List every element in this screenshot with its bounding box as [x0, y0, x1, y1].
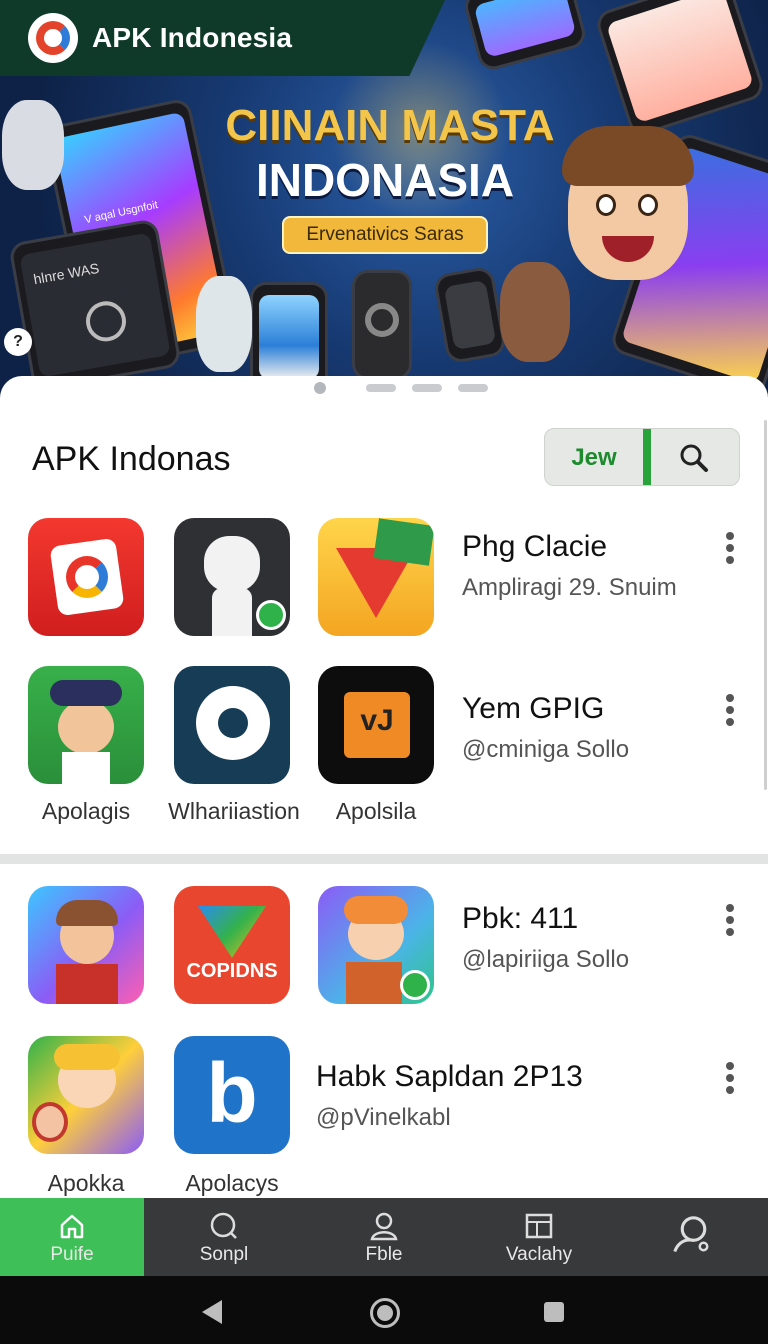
app-icon-cowboy[interactable]: [28, 666, 144, 784]
app-icon-gem[interactable]: [318, 518, 434, 636]
app-icon-copidns[interactable]: COPIDNS: [174, 886, 290, 1004]
scrollbar[interactable]: [764, 420, 767, 790]
segment-divider: [643, 429, 651, 485]
profile-icon: [370, 1212, 398, 1241]
hero-headline-line2: INDONASIA: [255, 154, 515, 206]
nav-label: Fble: [365, 1244, 403, 1265]
back-icon[interactable]: [202, 1300, 222, 1324]
search-button[interactable]: [651, 429, 739, 485]
carousel-dot-active[interactable]: [314, 382, 326, 394]
hero-speaker: [352, 270, 412, 380]
nav-label: Vaclahy: [505, 1244, 573, 1265]
app-icon-cartoon-man[interactable]: [28, 886, 144, 1004]
speaker-icon: [365, 303, 399, 337]
app-label: Apolagis: [41, 798, 131, 824]
mascot-white-creature: [196, 276, 252, 372]
segmented-control: Jew: [544, 428, 740, 486]
nav-label: Puife: [50, 1244, 94, 1265]
nav-tab-search[interactable]: Sonpl: [144, 1198, 304, 1276]
app-icon-cat-kids[interactable]: [28, 1036, 144, 1154]
hero-pill-label[interactable]: Ervenativics Saras: [282, 216, 488, 254]
brand-logo-icon: [28, 13, 78, 63]
hero-phone-small: [432, 265, 508, 365]
more-options-icon[interactable]: [720, 530, 740, 570]
mascot-left-creature: [2, 100, 64, 190]
section-title: APK Indonas: [32, 440, 231, 478]
row-subtitle: @cminiga Sollo: [462, 736, 630, 763]
app-icon-b-logo[interactable]: b: [174, 1036, 290, 1154]
search-icon: [680, 444, 708, 472]
row-subtitle: @lapiriiga Sollo: [462, 946, 630, 973]
home-icon: [60, 1214, 84, 1239]
carousel-dot[interactable]: [458, 384, 488, 392]
app-icon-cat-scientist[interactable]: [174, 518, 290, 636]
app-icon-chat-circle[interactable]: [174, 666, 290, 784]
app-label: Apokka: [47, 1170, 125, 1196]
brand-bar: APK Indonesia: [0, 0, 445, 76]
carousel-dot[interactable]: [366, 384, 396, 392]
account-icon: [673, 1216, 709, 1253]
nav-tab-home[interactable]: Puife: [0, 1198, 144, 1276]
gallery-icon: [525, 1213, 553, 1239]
brand-title: APK Indonesia: [92, 22, 293, 53]
row-title[interactable]: Yem GPIG: [462, 692, 604, 726]
app-icon-red-logo[interactable]: [28, 518, 144, 636]
row-title[interactable]: Phg Clacie: [462, 530, 607, 564]
nav-tab-gallery[interactable]: Vaclahy: [464, 1198, 614, 1276]
row-subtitle: @pVinelkabl: [316, 1104, 451, 1131]
more-options-icon[interactable]: [720, 1060, 740, 1100]
hero-banner[interactable]: V aqal Usgnfoit hlnre WAS APK Indonesia …: [0, 0, 768, 400]
nav-tab-profile[interactable]: Fble: [304, 1198, 464, 1276]
recent-apps-icon[interactable]: [544, 1302, 564, 1322]
info-icon[interactable]: ?: [4, 328, 32, 356]
hero-phone-dark: hlnre WAS: [8, 218, 182, 392]
carousel-indicators: [0, 382, 768, 394]
app-label: Wlhariiastion: [168, 798, 300, 824]
search-icon: [210, 1212, 237, 1239]
nav-label: Sonpl: [199, 1244, 249, 1265]
check-badge-icon: [256, 600, 286, 630]
segment-new-button[interactable]: Jew: [545, 429, 643, 485]
more-options-icon[interactable]: [720, 902, 740, 942]
nav-tab-account[interactable]: [614, 1198, 768, 1276]
hero-phone-top-right: [593, 0, 767, 139]
b-logo-label: b: [206, 1046, 258, 1140]
check-badge-icon: [400, 970, 430, 1000]
carousel-dot[interactable]: [412, 384, 442, 392]
home-button-icon[interactable]: [370, 1298, 400, 1328]
row-title[interactable]: Pbk: 411: [462, 902, 578, 936]
hero-phone-top: [461, 0, 589, 73]
vj-label: vJ: [360, 704, 394, 737]
section-divider: [0, 854, 768, 864]
row-title[interactable]: Habk Sapldan 2P13: [316, 1060, 583, 1094]
copidns-label: COPIDNS: [186, 960, 278, 982]
app-label: Apolacys: [185, 1170, 279, 1196]
app-icon-fox-character[interactable]: [318, 886, 434, 1004]
row-subtitle: Ampliragi 29. Snuim: [462, 574, 677, 601]
mascot-cartoon-man: [562, 126, 694, 280]
hero-headline-line1: CIINAIN MASTA: [225, 101, 555, 150]
app-label: Apolsila: [335, 798, 417, 824]
app-icon-vj-box[interactable]: vJ: [318, 666, 434, 784]
mascot-brown-creature: [500, 262, 570, 362]
more-options-icon[interactable]: [720, 692, 740, 732]
bottom-navigation: Puife Sonpl Fble Vaclahy: [0, 1198, 768, 1276]
